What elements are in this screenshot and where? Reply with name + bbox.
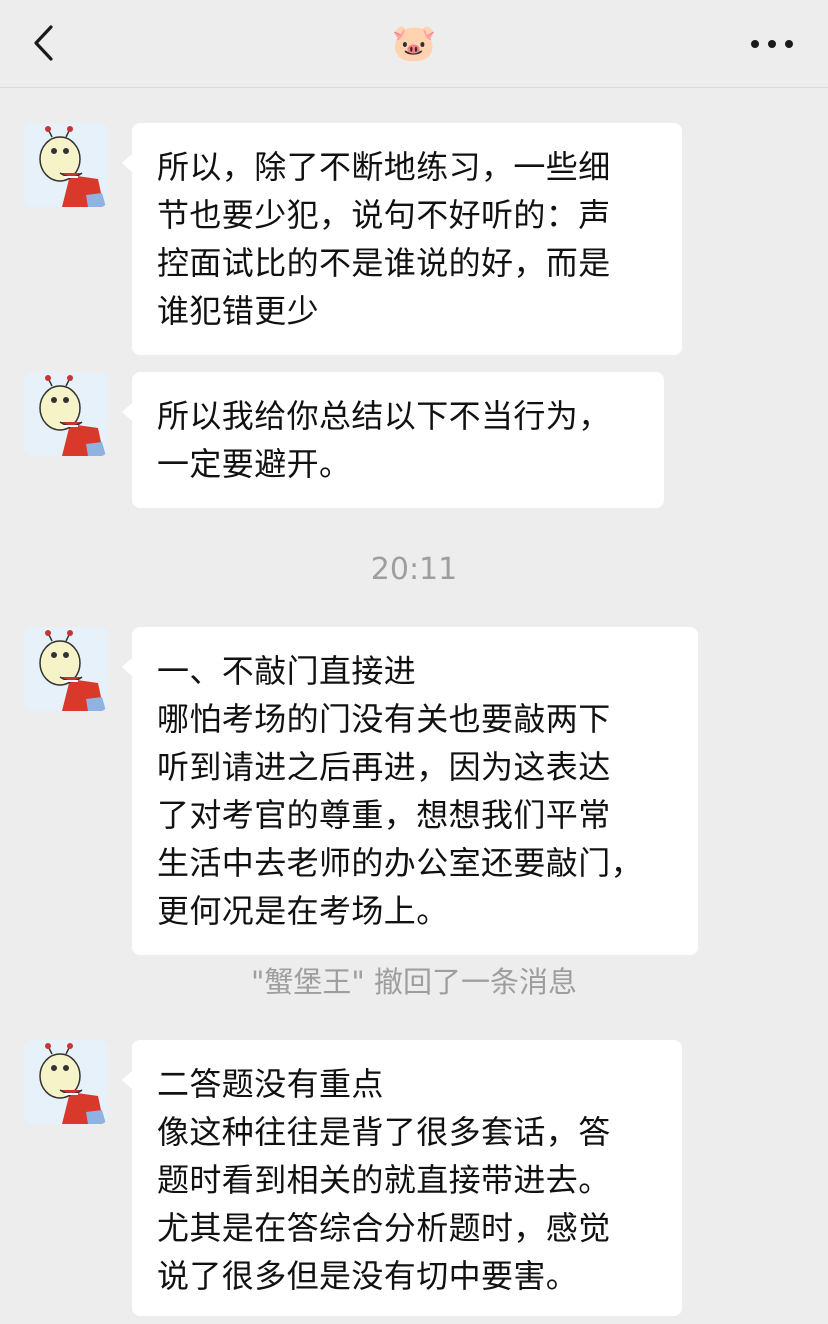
timestamp: 20:11 [370, 552, 458, 587]
chat-header: 🐷 [0, 0, 828, 88]
avatar[interactable] [24, 1040, 108, 1124]
message-bubble[interactable]: 所以，除了不断地练习，一些细 节也要少犯，说句不好听的：声 控面试比的不是谁说的… [122, 123, 682, 355]
message-bubble[interactable]: 二答题没有重点 像这种往往是背了很多套话，答 题时看到相关的就直接带进去。 尤其… [122, 1040, 682, 1316]
message-bubble[interactable]: 一、不敲门直接进 哪怕考场的门没有关也要敲两下 听到请进之后再进，因为这表达 了… [122, 627, 698, 955]
message-bubble[interactable]: 所以我给你总结以下不当行为， 一定要避开。 [122, 372, 664, 508]
avatar[interactable] [24, 627, 108, 711]
crab-avatar-icon [24, 1040, 108, 1124]
recall-notice: "蟹堡王" 撤回了一条消息 [251, 965, 577, 999]
more-dots-icon [751, 40, 793, 48]
crab-avatar-icon [24, 627, 108, 711]
crab-avatar-icon [24, 372, 108, 456]
crab-avatar-icon [24, 123, 108, 207]
chat-title: 🐷 [391, 23, 437, 64]
avatar[interactable] [24, 372, 108, 456]
avatar[interactable] [24, 123, 108, 207]
more-button[interactable] [746, 26, 798, 62]
